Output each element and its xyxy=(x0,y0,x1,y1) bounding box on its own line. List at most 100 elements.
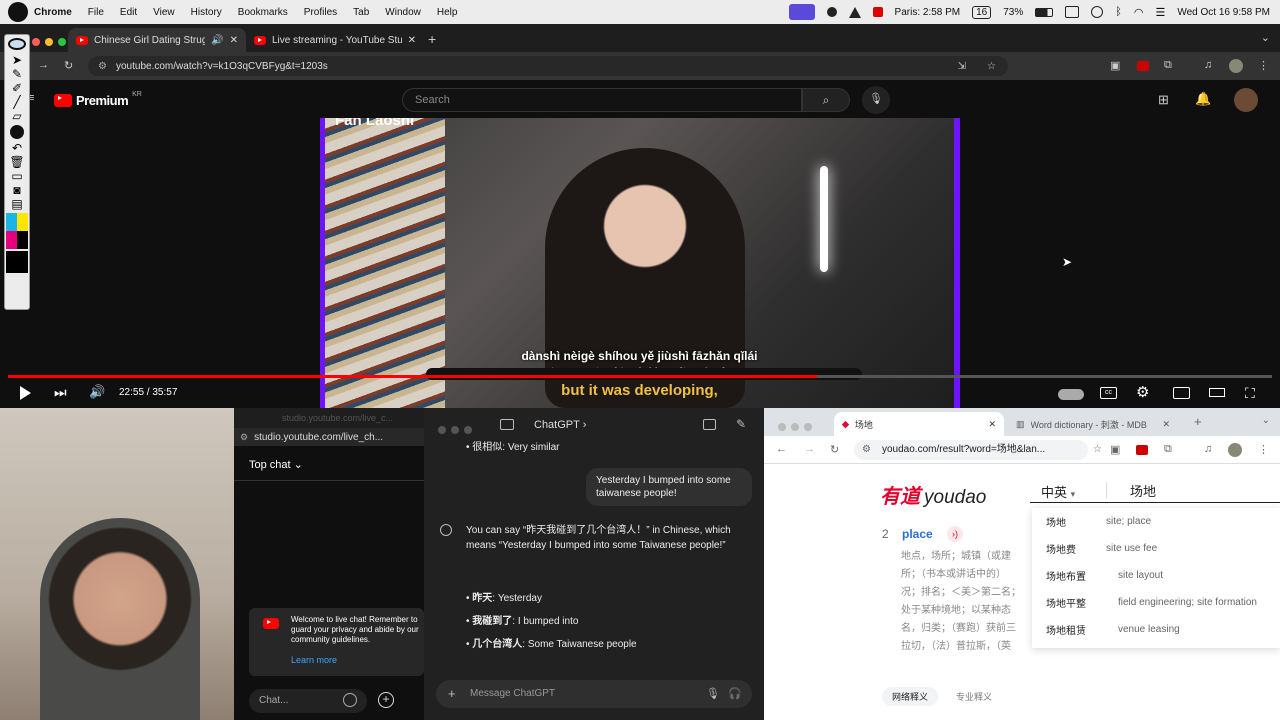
recording-extension-icon[interactable] xyxy=(1137,61,1149,71)
autoplay-toggle[interactable] xyxy=(1058,389,1084,400)
keyboard-icon[interactable] xyxy=(1065,6,1080,18)
menu-history[interactable]: History xyxy=(191,7,222,18)
headphones-icon[interactable]: 🎧 xyxy=(728,687,742,700)
menu-edit[interactable]: Edit xyxy=(120,7,137,18)
reload-icon[interactable]: ↻ xyxy=(830,443,839,456)
fullscreen-icon[interactable]: ⛶ xyxy=(1245,385,1255,402)
paris-clock[interactable]: Paris: 2:58 PM xyxy=(895,7,961,18)
mic-icon[interactable]: 🎙 xyxy=(706,687,720,700)
close-window-icon[interactable] xyxy=(438,426,446,434)
video-player[interactable]: Fan Laoshi dànshì nèigè shíhou yě jiùshì… xyxy=(320,118,960,408)
new-tab-icon[interactable]: + xyxy=(428,31,436,47)
speaker-icon[interactable]: 🔊 xyxy=(211,35,223,46)
youdao-logo[interactable]: 有道 youdao xyxy=(880,480,986,509)
bookmark-star-icon[interactable]: ☆ xyxy=(987,61,996,72)
play-button[interactable] xyxy=(20,386,31,400)
color-palette[interactable] xyxy=(6,213,28,249)
menu-profiles[interactable]: Profiles xyxy=(304,7,337,18)
minimize-window-icon[interactable] xyxy=(791,423,799,431)
language-select[interactable]: 中英 ▾ xyxy=(1041,482,1075,501)
date-badge[interactable]: 16 xyxy=(972,5,992,19)
wifi-icon[interactable]: ◠ xyxy=(1134,6,1144,19)
line-tool-icon[interactable]: ╱ xyxy=(5,95,29,109)
chat-mode-select[interactable]: Top chat ⌄ xyxy=(249,458,303,471)
youtube-logo[interactable]: Premium KR xyxy=(54,91,142,108)
record-icon[interactable] xyxy=(826,7,837,17)
close-window-icon[interactable] xyxy=(32,38,40,46)
emoji-icon[interactable] xyxy=(343,693,357,707)
brush-size-icon[interactable] xyxy=(10,125,24,139)
suggestion-item[interactable]: 场地 site; place xyxy=(1046,508,1280,535)
settings-gear-icon[interactable]: ⚙ xyxy=(1136,383,1149,401)
back-icon[interactable]: ← xyxy=(776,443,787,455)
tab-youtube-studio[interactable]: Live streaming - YouTube Stu ✕ xyxy=(246,28,424,52)
pen-tool-icon[interactable]: ✎ xyxy=(5,67,29,81)
tab-search-icon[interactable]: ⌄ xyxy=(1262,415,1270,426)
menu-view[interactable]: View xyxy=(153,7,175,18)
bookmark-star-icon[interactable]: ☆ xyxy=(1093,440,1102,460)
youdao-search-input[interactable]: 场地 xyxy=(1130,481,1156,500)
pronounce-icon[interactable]: ›) xyxy=(947,526,963,542)
zoom-window-icon[interactable] xyxy=(464,426,472,434)
color-cyan[interactable] xyxy=(6,213,17,231)
lock-icon[interactable] xyxy=(872,7,883,17)
youdao-address-bar[interactable]: ⚙ youdao.com/result?word=场地&lan... ☆ xyxy=(854,440,1102,460)
suggestion-item[interactable]: 场地费 site use fee xyxy=(1046,535,1280,562)
play-icon[interactable] xyxy=(1091,6,1104,18)
color-magenta[interactable] xyxy=(6,231,17,249)
more-menu-icon[interactable]: ⋮ xyxy=(1258,59,1269,72)
apple-icon[interactable] xyxy=(8,2,28,22)
extension-icon[interactable]: ▣ xyxy=(1110,59,1120,72)
battery-icon[interactable] xyxy=(1035,7,1054,17)
menu-window[interactable]: Window xyxy=(385,7,421,18)
voice-search-button[interactable]: 🎙 xyxy=(862,86,890,114)
close-tab-icon[interactable]: ✕ xyxy=(988,419,996,430)
menu-help[interactable]: Help xyxy=(437,7,458,18)
sense-word[interactable]: place xyxy=(902,527,933,541)
next-button[interactable]: ⏭ xyxy=(54,384,67,401)
video-frame[interactable]: Fan Laoshi dànshì nèigè shíhou yě jiùshì… xyxy=(325,118,954,408)
address-bar[interactable]: ⚙ youtube.com/watch?v=k1O3qCVBFyg&t=1203… xyxy=(88,56,1008,76)
theater-mode-icon[interactable] xyxy=(1209,388,1225,397)
forward-icon[interactable]: → xyxy=(38,59,49,71)
minimize-window-icon[interactable] xyxy=(45,38,53,46)
extension-icon[interactable]: ▣ xyxy=(1110,443,1120,456)
channel-avatar[interactable] xyxy=(1234,88,1258,112)
menubar-datetime[interactable]: Wed Oct 16 9:58 PM xyxy=(1177,7,1270,18)
site-info-icon[interactable]: ⚙ xyxy=(98,61,107,72)
add-icon[interactable]: + xyxy=(378,692,394,708)
learn-more-link[interactable]: Learn more xyxy=(291,655,337,665)
captions-button[interactable]: cc xyxy=(1100,387,1117,399)
tab-web-definitions[interactable]: 网络释义 xyxy=(882,687,939,706)
chatgpt-title[interactable]: ChatGPT › xyxy=(534,419,586,431)
puzzle-icon[interactable]: ⧉ xyxy=(1164,443,1172,456)
notifications-icon[interactable]: 🔔 xyxy=(1195,91,1211,107)
volume-icon[interactable]: 🔊 xyxy=(89,384,105,400)
suggestion-item[interactable]: 场地租赁 venue leasing xyxy=(1046,616,1280,643)
cone-icon[interactable] xyxy=(848,6,861,18)
recording-extension-icon[interactable] xyxy=(1136,445,1148,455)
site-info-icon[interactable]: ⚙ xyxy=(240,432,248,443)
screen-icon[interactable]: ▭ xyxy=(5,169,29,183)
video-progress-bar[interactable] xyxy=(8,375,1272,378)
suggestion-item[interactable]: 场地平整 field engineering; site formation xyxy=(1046,589,1280,616)
create-icon[interactable]: ⊞ xyxy=(1158,92,1169,108)
pointer-tool-icon[interactable]: ➤ xyxy=(5,53,29,67)
menu-app-name[interactable]: Chrome xyxy=(34,7,72,18)
site-info-icon[interactable]: ⚙ xyxy=(862,440,871,460)
bluetooth-icon[interactable]: ᛒ xyxy=(1115,6,1122,18)
battery-percent[interactable]: 73% xyxy=(1003,7,1023,18)
message-input[interactable]: + Message ChatGPT 🎙 🎧 xyxy=(436,680,752,708)
control-center-icon[interactable]: ☰ xyxy=(1155,6,1165,19)
tab-youtube-video[interactable]: Chinese Girl Dating Strug 🔊 ✕ xyxy=(68,28,246,52)
current-color-swatch[interactable] xyxy=(6,251,28,273)
more-menu-icon[interactable]: ⋮ xyxy=(1258,443,1269,456)
forward-icon[interactable]: → xyxy=(804,443,815,455)
eraser-tool-icon[interactable]: ▱ xyxy=(5,109,29,123)
suggestion-item[interactable]: 场地布置 site layout xyxy=(1046,562,1280,589)
profile-avatar[interactable] xyxy=(1229,59,1243,73)
attach-icon[interactable]: + xyxy=(448,686,456,701)
highlighter-tool-icon[interactable]: ✐ xyxy=(5,81,29,95)
zoom-window-icon[interactable] xyxy=(804,423,812,431)
menu-tab[interactable]: Tab xyxy=(353,7,369,18)
